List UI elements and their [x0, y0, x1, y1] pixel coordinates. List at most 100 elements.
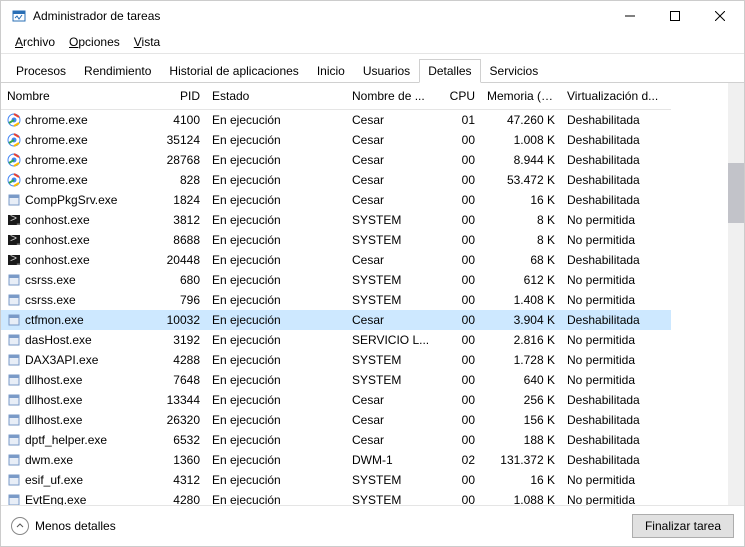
virtualization-cell: Deshabilitada — [561, 110, 671, 130]
process-name-cell[interactable]: DAX3API.exe — [1, 350, 151, 370]
pid-cell: 8688 — [151, 230, 206, 250]
end-task-button[interactable]: Finalizar tarea — [632, 514, 734, 538]
chrome-icon — [7, 153, 21, 167]
cpu-cell: 00 — [441, 290, 481, 310]
memory-cell: 2.816 K — [481, 330, 561, 350]
process-name-cell[interactable]: ctfmon.exe — [1, 310, 151, 330]
tab-usuarios[interactable]: Usuarios — [354, 59, 419, 83]
cpu-cell: 00 — [441, 490, 481, 505]
state-cell: En ejecución — [206, 370, 346, 390]
process-name-cell[interactable]: dllhost.exe — [1, 370, 151, 390]
memory-cell: 3.904 K — [481, 310, 561, 330]
task-manager-icon — [11, 8, 27, 24]
scrollbar-thumb[interactable] — [728, 163, 744, 223]
process-name-cell[interactable]: csrss.exe — [1, 270, 151, 290]
memory-cell: 156 K — [481, 410, 561, 430]
memory-cell: 1.728 K — [481, 350, 561, 370]
app-icon — [7, 493, 21, 505]
process-name-cell[interactable]: dptf_helper.exe — [1, 430, 151, 450]
user-cell: SYSTEM — [346, 470, 441, 490]
column-header[interactable]: Nombre — [1, 83, 151, 110]
process-name-cell[interactable]: chrome.exe — [1, 130, 151, 150]
user-cell: SYSTEM — [346, 370, 441, 390]
column-header[interactable]: PID — [151, 83, 206, 110]
fewer-details-toggle[interactable]: Menos detalles — [11, 517, 116, 535]
menu-item-vista[interactable]: Vista — [128, 33, 166, 51]
memory-cell: 1.008 K — [481, 130, 561, 150]
maximize-button[interactable] — [652, 1, 697, 31]
state-cell: En ejecución — [206, 490, 346, 505]
console-icon: >_ — [7, 233, 21, 247]
virtualization-cell: Deshabilitada — [561, 170, 671, 190]
memory-cell: 68 K — [481, 250, 561, 270]
tab-rendimiento[interactable]: Rendimiento — [75, 59, 160, 83]
menu-item-archivo[interactable]: Archivo — [9, 33, 61, 51]
app-icon — [7, 393, 21, 407]
state-cell: En ejecución — [206, 350, 346, 370]
process-name-cell[interactable]: dllhost.exe — [1, 390, 151, 410]
user-cell: Cesar — [346, 310, 441, 330]
process-name-cell[interactable]: CompPkgSrv.exe — [1, 190, 151, 210]
chevron-up-icon — [11, 517, 29, 535]
tab-detalles[interactable]: Detalles — [419, 59, 480, 83]
tab-inicio[interactable]: Inicio — [308, 59, 354, 83]
tab-procesos[interactable]: Procesos — [7, 59, 75, 83]
process-name-cell[interactable]: csrss.exe — [1, 290, 151, 310]
fewer-details-label: Menos detalles — [35, 519, 116, 533]
details-grid: NombrePIDEstadoNombre de ...CPUMemoria (… — [1, 83, 744, 505]
user-cell: Cesar — [346, 150, 441, 170]
footer: Menos detalles Finalizar tarea — [1, 505, 744, 546]
memory-cell: 1.408 K — [481, 290, 561, 310]
app-icon — [7, 413, 21, 427]
process-name-cell[interactable]: >_conhost.exe — [1, 230, 151, 250]
scrollbar-track[interactable] — [728, 83, 744, 505]
app-icon — [7, 313, 21, 327]
cpu-cell: 01 — [441, 110, 481, 130]
chrome-icon — [7, 113, 21, 127]
state-cell: En ejecución — [206, 390, 346, 410]
process-name-cell[interactable]: dasHost.exe — [1, 330, 151, 350]
virtualization-cell: Deshabilitada — [561, 410, 671, 430]
pid-cell: 4100 — [151, 110, 206, 130]
process-name-cell[interactable]: chrome.exe — [1, 170, 151, 190]
state-cell: En ejecución — [206, 170, 346, 190]
state-cell: En ejecución — [206, 110, 346, 130]
memory-cell: 8 K — [481, 210, 561, 230]
menu-item-opciones[interactable]: Opciones — [63, 33, 126, 51]
process-name-cell[interactable]: chrome.exe — [1, 110, 151, 130]
pid-cell: 28768 — [151, 150, 206, 170]
process-name-cell[interactable]: EvtEng.exe — [1, 490, 151, 505]
column-header[interactable]: Estado — [206, 83, 346, 110]
pid-cell: 4280 — [151, 490, 206, 505]
state-cell: En ejecución — [206, 270, 346, 290]
column-header[interactable]: CPU — [441, 83, 481, 110]
column-header[interactable]: Memoria (e... — [481, 83, 561, 110]
app-icon — [7, 373, 21, 387]
pid-cell: 20448 — [151, 250, 206, 270]
close-button[interactable] — [697, 1, 742, 31]
process-name-cell[interactable]: chrome.exe — [1, 150, 151, 170]
process-name-cell[interactable]: esif_uf.exe — [1, 470, 151, 490]
virtualization-cell: Deshabilitada — [561, 150, 671, 170]
process-name-cell[interactable]: dllhost.exe — [1, 410, 151, 430]
process-name-cell[interactable]: >_conhost.exe — [1, 210, 151, 230]
user-cell: SYSTEM — [346, 290, 441, 310]
tab-servicios[interactable]: Servicios — [481, 59, 548, 83]
column-header[interactable]: Virtualización d... — [561, 83, 671, 110]
process-name-cell[interactable]: >_conhost.exe — [1, 250, 151, 270]
column-header[interactable]: Nombre de ... — [346, 83, 441, 110]
memory-cell: 53.472 K — [481, 170, 561, 190]
app-icon — [7, 353, 21, 367]
pid-cell: 1824 — [151, 190, 206, 210]
minimize-button[interactable] — [607, 1, 652, 31]
tab-historial-de-aplicaciones[interactable]: Historial de aplicaciones — [160, 59, 307, 83]
cpu-cell: 00 — [441, 170, 481, 190]
virtualization-cell: No permitida — [561, 230, 671, 250]
memory-cell: 16 K — [481, 470, 561, 490]
tabs: ProcesosRendimientoHistorial de aplicaci… — [1, 54, 744, 83]
window-title: Administrador de tareas — [33, 9, 607, 23]
process-name-cell[interactable]: dwm.exe — [1, 450, 151, 470]
pid-cell: 10032 — [151, 310, 206, 330]
virtualization-cell: Deshabilitada — [561, 310, 671, 330]
state-cell: En ejecución — [206, 310, 346, 330]
